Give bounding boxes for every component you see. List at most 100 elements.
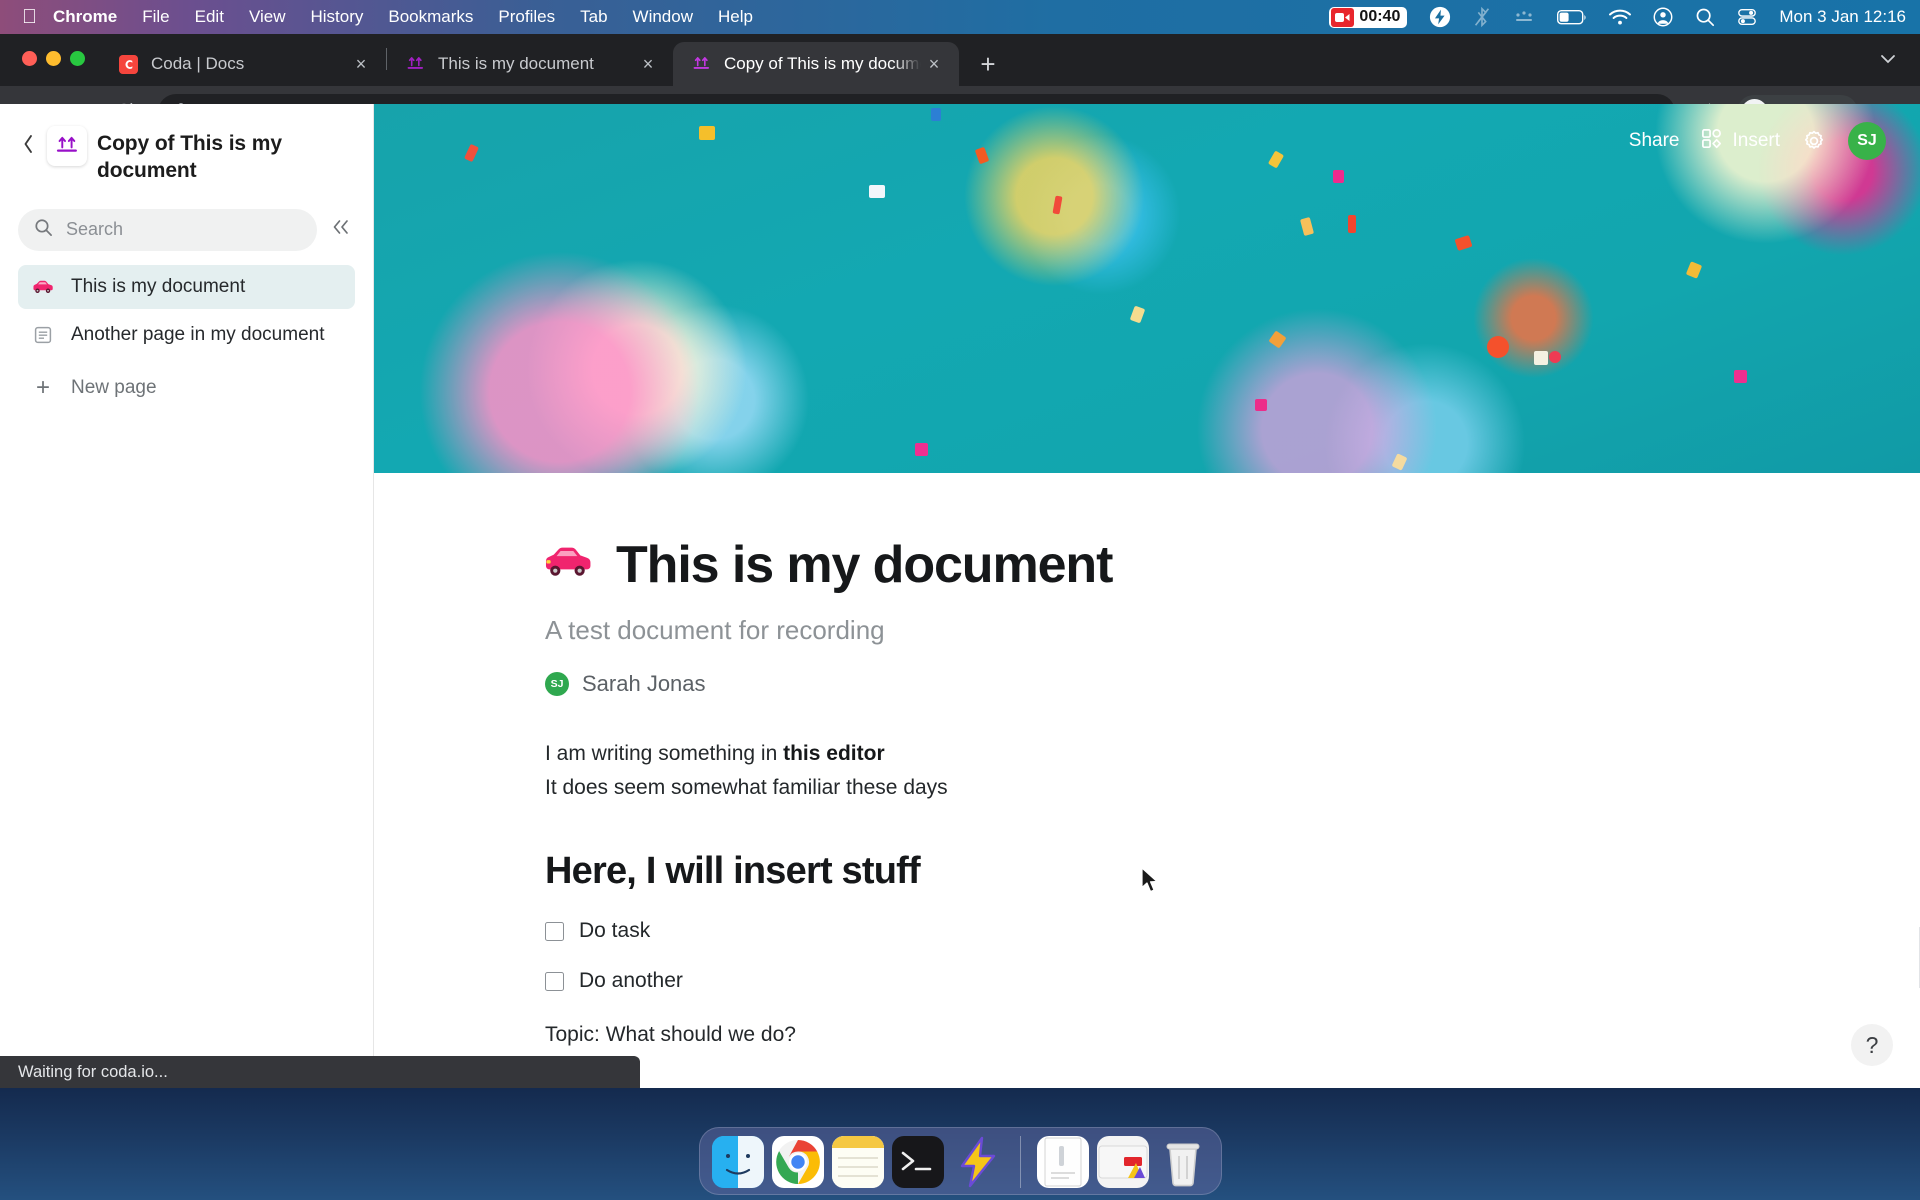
control-center-icon[interactable] <box>1737 7 1757 27</box>
confetti-piece <box>930 107 941 121</box>
clipped-text-row[interactable]: Topic: What should we do? <box>545 1023 1494 1047</box>
dock-item-finder[interactable] <box>711 1136 764 1188</box>
insert-label: Insert <box>1732 130 1780 151</box>
battery-icon[interactable] <box>1557 9 1587 25</box>
dock-item-lightning-app[interactable] <box>952 1136 1004 1188</box>
confetti-piece <box>1533 351 1548 366</box>
dock-item-trash[interactable] <box>1157 1136 1209 1188</box>
checkbox-icon[interactable] <box>545 921 564 941</box>
chevron-left-icon[interactable] <box>18 126 37 160</box>
dock-item-terminal[interactable] <box>891 1136 944 1188</box>
insert-button[interactable]: Insert <box>1701 128 1780 155</box>
macos-dock <box>698 1127 1222 1195</box>
menu-item-help[interactable]: Help <box>718 7 753 27</box>
search-icon[interactable] <box>1695 7 1715 27</box>
window-traffic-lights[interactable] <box>22 51 85 66</box>
wifi-icon[interactable] <box>1609 9 1632 26</box>
dock-item-image-file[interactable] <box>1096 1136 1149 1188</box>
bolt-icon[interactable] <box>1429 6 1451 28</box>
dock-item-document-file[interactable] <box>1036 1136 1089 1188</box>
checkbox-icon[interactable] <box>545 971 564 991</box>
confetti-piece <box>463 143 479 162</box>
page-viewport: Copy of This is my document Search This … <box>0 104 1920 1088</box>
dock-item-chrome[interactable] <box>771 1136 824 1188</box>
bluetooth-off-icon[interactable] <box>1473 6 1491 28</box>
sidebar-item-another-page[interactable]: Another page in my document <box>18 313 355 357</box>
document-paragraph[interactable]: I am writing something in this editor It… <box>545 737 1494 805</box>
new-page-label: New page <box>71 376 157 398</box>
new-tab-button[interactable]: + <box>969 45 1007 83</box>
screen-record-icon <box>1331 7 1355 27</box>
tab-title: This is my document <box>438 54 594 73</box>
tab-list: Coda | Docs × This is my document × Copy… <box>100 42 1007 86</box>
confetti-piece <box>1548 351 1561 364</box>
tab-close-icon[interactable]: × <box>635 51 661 77</box>
confetti-piece <box>1347 214 1356 233</box>
help-button[interactable]: ? <box>1851 1024 1893 1066</box>
car-emoji <box>542 544 594 587</box>
tab-close-icon[interactable]: × <box>348 51 374 77</box>
todo-item-do-task[interactable]: Do task <box>545 919 1494 943</box>
coda-sidebar: Copy of This is my document Search This … <box>0 104 374 1088</box>
double-chevron-left-icon[interactable] <box>327 219 355 241</box>
account-icon[interactable] <box>1653 7 1673 27</box>
macos-menubar:  Chrome File Edit View History Bookmark… <box>0 0 1920 34</box>
menu-item-edit[interactable]: Edit <box>195 7 224 27</box>
document-content: This is my document A test document for … <box>374 473 1494 1047</box>
menu-item-file[interactable]: File <box>142 7 169 27</box>
browser-tabstrip: Coda | Docs × This is my document × Copy… <box>0 34 1920 86</box>
menu-item-chrome[interactable]: Chrome <box>53 7 117 27</box>
car-emoji <box>32 279 54 295</box>
sidebar-page-list: This is my document Another page in my d… <box>18 264 355 410</box>
sidebar-item-this-is-my-document[interactable]: This is my document <box>18 264 355 309</box>
confetti-piece <box>1299 217 1314 237</box>
todo-item-do-another[interactable]: Do another <box>545 969 1494 993</box>
document-heading-2[interactable]: Here, I will insert stuff <box>545 850 1494 893</box>
plus-icon: + <box>35 373 50 401</box>
confetti-piece <box>1332 170 1344 184</box>
apple-logo-icon[interactable]:  <box>22 7 37 27</box>
confetti-piece <box>1391 452 1408 471</box>
document-canvas: Share Insert SJ This is my document A te… <box>374 104 1920 1088</box>
screen-recording-indicator[interactable]: 00:40 <box>1329 6 1408 28</box>
maximize-window-button[interactable] <box>70 51 85 66</box>
page-subtitle[interactable]: A test document for recording <box>545 615 1494 646</box>
sidebar-search-row: Search <box>18 208 355 251</box>
document-banner-image[interactable]: Share Insert SJ <box>374 104 1920 473</box>
share-label: Share <box>1628 130 1680 151</box>
dock-item-notes[interactable] <box>831 1136 884 1188</box>
menu-item-bookmarks[interactable]: Bookmarks <box>388 7 473 27</box>
new-page-button[interactable]: + New page <box>18 366 355 410</box>
menu-item-tab[interactable]: Tab <box>580 7 607 27</box>
tab-coda-docs[interactable]: Coda | Docs × <box>100 42 386 86</box>
menu-item-view[interactable]: View <box>249 7 286 27</box>
tab-this-is-my-document[interactable]: This is my document × <box>387 42 673 86</box>
tab-copy-of-this-is-my-document[interactable]: Copy of This is my document × <box>673 42 959 86</box>
todo-label: Do another <box>579 969 683 993</box>
tab-title: Coda | Docs <box>151 54 245 73</box>
document-toolbar: Share Insert SJ <box>1629 122 1886 160</box>
close-window-button[interactable] <box>22 51 37 66</box>
minimize-window-button[interactable] <box>46 51 61 66</box>
document-author[interactable]: SJ Sarah Jonas <box>545 671 1494 697</box>
coda-red-favicon <box>118 54 138 74</box>
user-avatar[interactable]: SJ <box>1848 122 1886 160</box>
menu-item-history[interactable]: History <box>310 7 363 27</box>
coda-doc-icon[interactable] <box>47 126 87 166</box>
menubar-clock[interactable]: Mon 3 Jan 12:16 <box>1779 7 1906 27</box>
menu-item-profiles[interactable]: Profiles <box>498 7 555 27</box>
gear-icon[interactable] <box>1802 129 1826 153</box>
tab-close-icon[interactable]: × <box>921 51 947 77</box>
confetti-piece <box>1454 234 1473 251</box>
page-title[interactable]: This is my document <box>542 535 1494 595</box>
confetti-piece <box>1267 150 1284 169</box>
author-name: Sarah Jonas <box>582 671 706 696</box>
coda-purple-favicon <box>405 54 425 74</box>
control-strip-icon[interactable] <box>1513 10 1535 24</box>
share-button[interactable]: Share <box>1629 130 1680 152</box>
chevron-down-icon[interactable] <box>1878 49 1898 74</box>
confetti-piece <box>915 443 929 457</box>
menu-item-window[interactable]: Window <box>633 7 693 27</box>
search-input[interactable]: Search <box>18 208 317 251</box>
browser-status-bubble: Waiting for coda.io... <box>0 1056 640 1088</box>
